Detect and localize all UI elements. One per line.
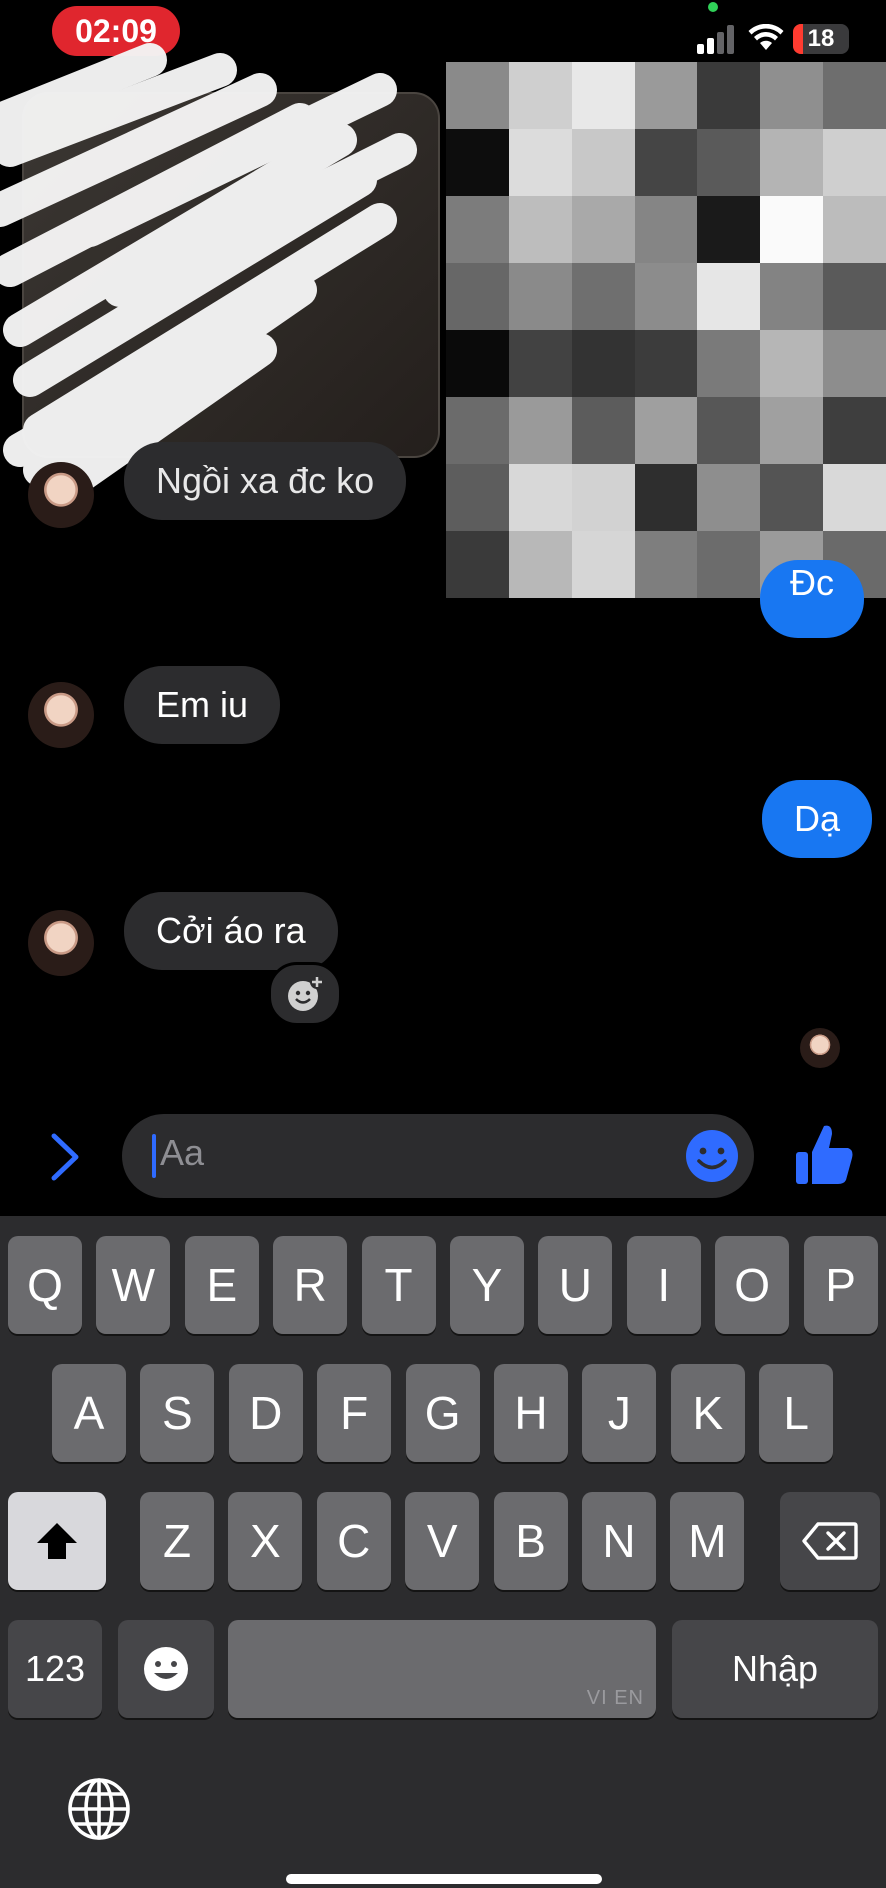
key-label: W xyxy=(111,1259,156,1311)
key-q[interactable]: Q xyxy=(8,1236,82,1334)
key-label: T xyxy=(384,1259,413,1311)
contact-avatar[interactable] xyxy=(28,910,94,976)
shift-key[interactable] xyxy=(8,1492,106,1590)
key-a[interactable]: A xyxy=(52,1364,126,1462)
key-u[interactable]: U xyxy=(538,1236,613,1334)
message-bubble-incoming[interactable]: Em iu xyxy=(124,666,281,744)
pixelated-image-redaction xyxy=(446,62,886,598)
key-p[interactable]: P xyxy=(803,1236,878,1334)
message-bubble-incoming[interactable]: Cởi áo ra xyxy=(124,892,338,970)
key-n[interactable]: N xyxy=(582,1492,656,1590)
key-label: O xyxy=(734,1259,771,1311)
return-key[interactable]: Nhập xyxy=(672,1620,878,1718)
key-w[interactable]: W xyxy=(96,1236,171,1334)
key-h[interactable]: H xyxy=(494,1364,568,1462)
message-bubble-incoming[interactable]: Ngồi xa đc ko xyxy=(124,442,407,520)
cellular-signal-icon xyxy=(697,25,734,54)
wifi-icon xyxy=(748,24,784,50)
message-text: Ngồi xa đc ko xyxy=(156,460,375,501)
key-label: Q xyxy=(27,1259,63,1311)
add-reaction-button[interactable] xyxy=(268,962,342,1026)
key-label: G xyxy=(424,1387,461,1439)
key-label: M xyxy=(688,1515,727,1567)
key-label: S xyxy=(162,1387,193,1439)
key-c[interactable]: C xyxy=(316,1492,391,1590)
space-key[interactable]: VI EN xyxy=(228,1620,656,1718)
contact-avatar[interactable] xyxy=(28,462,94,528)
key-label: R xyxy=(293,1259,327,1311)
message-bubble-outgoing[interactable]: Dạ xyxy=(762,780,873,858)
emoji-icon xyxy=(144,1647,188,1691)
key-i[interactable]: I xyxy=(626,1236,701,1334)
key-label: F xyxy=(340,1387,369,1439)
key-o[interactable]: O xyxy=(715,1236,790,1334)
key-label: L xyxy=(783,1387,809,1439)
chevron-right-icon[interactable] xyxy=(44,1130,84,1184)
key-label: N xyxy=(602,1515,636,1567)
key-g[interactable]: G xyxy=(405,1364,480,1462)
shift-icon xyxy=(37,1523,77,1559)
key-label: C xyxy=(337,1515,371,1567)
numbers-key[interactable]: 123 xyxy=(8,1620,102,1718)
pixelated-overlap-cover xyxy=(446,540,886,598)
read-receipt-avatar xyxy=(800,1028,840,1068)
smiley-icon[interactable] xyxy=(684,1128,740,1184)
key-s[interactable]: S xyxy=(140,1364,215,1462)
contact-avatar[interactable] xyxy=(28,682,94,748)
key-label: E xyxy=(206,1259,238,1311)
language-indicator: VI EN xyxy=(586,1687,644,1709)
battery-level-fill xyxy=(793,24,803,54)
add-reaction-icon xyxy=(288,975,324,1011)
key-d[interactable]: D xyxy=(228,1364,303,1462)
message-input[interactable] xyxy=(122,1114,754,1198)
battery-level-text: 18 xyxy=(807,25,835,52)
emoji-key[interactable] xyxy=(118,1620,214,1718)
key-t[interactable]: T xyxy=(361,1236,436,1334)
key-m[interactable]: M xyxy=(670,1492,745,1590)
key-y[interactable]: Y xyxy=(450,1236,524,1334)
key-label: B xyxy=(515,1515,546,1567)
return-key-label: Nhập xyxy=(731,1648,819,1689)
camera-indicator-dot xyxy=(708,2,718,12)
key-z[interactable]: Z xyxy=(140,1492,214,1590)
text-caret xyxy=(152,1134,156,1178)
key-label: V xyxy=(426,1515,458,1567)
key-x[interactable]: X xyxy=(228,1492,303,1590)
key-label: P xyxy=(825,1259,856,1311)
key-label: A xyxy=(73,1387,105,1439)
key-f[interactable]: F xyxy=(317,1364,392,1462)
message-text: Cởi áo ra xyxy=(156,910,306,951)
key-b[interactable]: B xyxy=(493,1492,568,1590)
key-label: Y xyxy=(471,1259,503,1311)
key-e[interactable]: E xyxy=(184,1236,259,1334)
backspace-key[interactable] xyxy=(780,1492,880,1590)
key-r[interactable]: R xyxy=(273,1236,348,1334)
key-j[interactable]: J xyxy=(582,1364,657,1462)
thumbs-up-icon[interactable] xyxy=(794,1122,854,1188)
key-label: H xyxy=(514,1387,548,1439)
message-input-placeholder: Aa xyxy=(160,1132,205,1173)
key-k[interactable]: K xyxy=(670,1364,745,1462)
key-label: U xyxy=(558,1259,592,1311)
key-label: Z xyxy=(162,1515,192,1567)
key-label: K xyxy=(692,1387,724,1439)
battery-indicator: 18 xyxy=(793,24,849,54)
numbers-key-label: 123 xyxy=(24,1648,86,1689)
backspace-icon xyxy=(802,1522,858,1560)
message-text: Em iu xyxy=(156,684,249,725)
redaction-scribble xyxy=(0,43,417,507)
key-v[interactable]: V xyxy=(405,1492,480,1590)
key-label: X xyxy=(250,1515,281,1567)
key-label: J xyxy=(607,1387,631,1439)
key-label: D xyxy=(249,1387,283,1439)
globe-icon[interactable] xyxy=(66,1776,132,1842)
key-l[interactable]: L xyxy=(759,1364,834,1462)
message-text: Dạ xyxy=(794,798,841,839)
key-label: I xyxy=(657,1259,671,1311)
home-indicator[interactable] xyxy=(286,1874,602,1884)
